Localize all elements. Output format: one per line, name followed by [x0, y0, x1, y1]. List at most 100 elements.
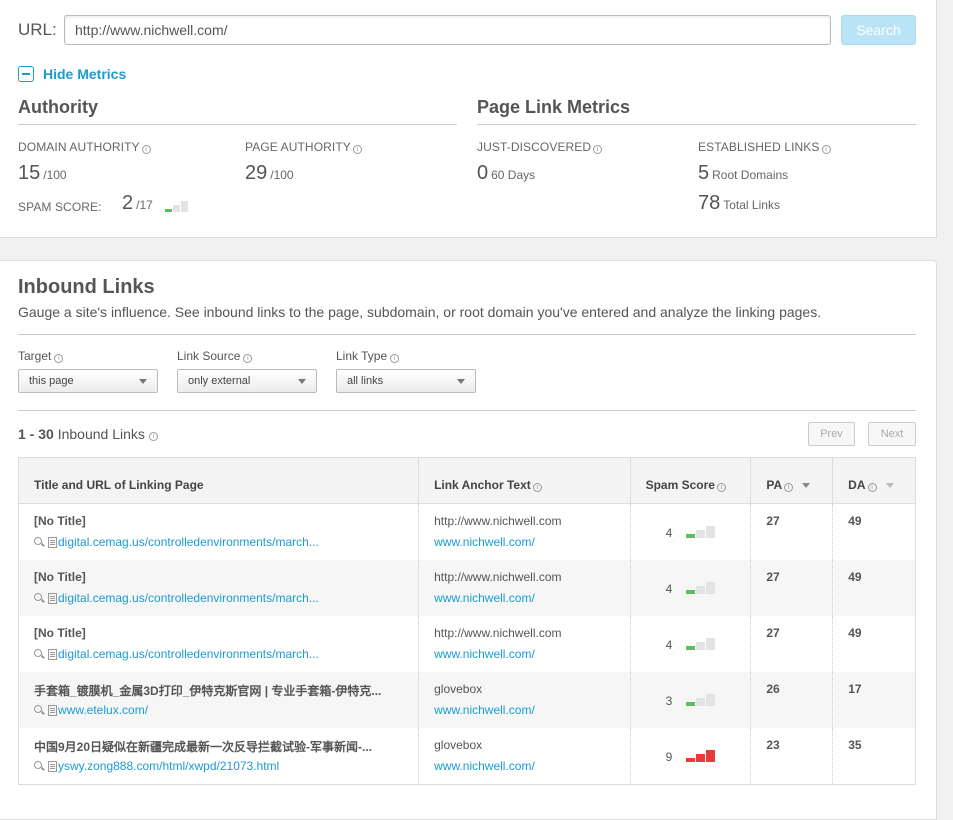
document-icon[interactable] — [48, 704, 57, 716]
page-link-metrics-title: Page Link Metrics — [477, 97, 631, 117]
authority-title: Authority — [18, 97, 98, 117]
target-filter-label: Target i — [18, 349, 64, 363]
page-link-metrics-divider — [477, 124, 916, 125]
anchor-cell: glovebox www.nichwell.com/ — [419, 672, 631, 728]
inbound-links-description: Gauge a site's influence. See inbound li… — [18, 304, 822, 320]
anchor-target-url[interactable]: www.nichwell.com/ — [434, 591, 535, 605]
pa-cell: 27 — [751, 504, 834, 560]
hide-metrics-toggle[interactable]: Hide Metrics — [18, 66, 126, 82]
linking-page-url-text[interactable]: yswy.zong888.com/html/xwpd/21073.html — [58, 759, 279, 773]
pa-value: 27 — [766, 514, 780, 528]
link-type-select[interactable]: all links — [336, 369, 476, 393]
anchor-cell: http://www.nichwell.com www.nichwell.com/ — [419, 504, 631, 560]
da-value: 35 — [848, 738, 862, 752]
info-icon[interactable]: i — [593, 145, 603, 154]
spam-score-label: SPAM SCORE: — [18, 200, 102, 214]
inbound-links-title: Inbound Links — [18, 276, 155, 298]
search-button[interactable]: Search — [841, 15, 916, 45]
anchor-text: glovebox — [434, 738, 483, 752]
hide-metrics-label: Hide Metrics — [43, 66, 127, 82]
spam-score-cell: 3 — [631, 672, 752, 728]
info-icon[interactable]: i — [141, 145, 151, 154]
document-icon[interactable] — [48, 648, 57, 660]
anchor-target-url[interactable]: www.nichwell.com/ — [434, 535, 535, 549]
anchor-target-url[interactable]: www.nichwell.com/ — [434, 759, 535, 773]
info-icon[interactable]: i — [867, 483, 877, 492]
sort-desc-icon[interactable] — [802, 483, 811, 488]
linking-page-url[interactable]: digital.cemag.us/controlledenvironments/… — [34, 591, 319, 605]
info-icon[interactable]: i — [54, 354, 64, 363]
column-header-pa[interactable]: PA i — [751, 458, 834, 503]
collapse-icon — [18, 66, 34, 82]
info-icon[interactable]: i — [390, 354, 400, 363]
da-value: 49 — [848, 626, 862, 640]
inbound-links-table: Title and URL of Linking Page Link Ancho… — [18, 457, 916, 785]
column-header-da[interactable]: DA i — [833, 458, 915, 503]
link-source-select[interactable]: only external — [177, 369, 317, 393]
search-icon[interactable] — [34, 536, 45, 548]
info-icon[interactable]: i — [784, 483, 794, 492]
linking-page-url-text[interactable]: digital.cemag.us/controlledenvironments/… — [58, 591, 319, 605]
info-icon[interactable]: i — [821, 145, 831, 154]
anchor-target-url[interactable]: www.nichwell.com/ — [434, 647, 535, 661]
authority-divider — [18, 124, 457, 125]
spam-score-bars — [165, 201, 188, 212]
pa-value: 27 — [766, 626, 780, 640]
da-cell: 35 — [833, 728, 915, 784]
linking-page-url-text[interactable]: www.etelux.com/ — [58, 703, 148, 717]
search-icon[interactable] — [34, 760, 45, 772]
anchor-target-url[interactable]: www.nichwell.com/ — [434, 703, 535, 717]
linking-page-cell: [No Title] digital.cemag.us/controlledenv… — [19, 560, 420, 616]
chevron-down-icon — [298, 379, 306, 384]
document-icon[interactable] — [48, 592, 57, 604]
link-source-filter-label: Link Source i — [177, 349, 253, 363]
info-icon[interactable]: i — [243, 354, 253, 363]
pa-value: 26 — [766, 682, 780, 696]
just-discovered-value: 0 60 Days — [477, 162, 536, 184]
column-header-spam-score[interactable]: Spam Score i — [631, 458, 752, 503]
established-links-label: ESTABLISHED LINKS i — [698, 140, 831, 154]
anchor-cell: glovebox www.nichwell.com/ — [419, 728, 631, 784]
description-divider — [18, 334, 916, 335]
linking-page-title: [No Title] — [34, 514, 86, 528]
domain-authority-value: 15/100 — [18, 162, 67, 184]
info-icon[interactable]: i — [716, 483, 726, 492]
da-value: 17 — [848, 682, 862, 696]
next-button[interactable]: Next — [868, 422, 916, 446]
target-select[interactable]: this page — [18, 369, 158, 393]
da-cell: 17 — [833, 672, 915, 728]
document-icon[interactable] — [48, 760, 57, 772]
linking-page-url-text[interactable]: digital.cemag.us/controlledenvironments/… — [58, 647, 319, 661]
table-row: 手套箱_镀膜机_金属3D打印_伊特克斯官网 | 专业手套箱-伊特克... www.… — [19, 672, 915, 728]
url-label: URL: — [18, 20, 57, 39]
linking-page-cell: [No Title] digital.cemag.us/controlledenv… — [19, 616, 420, 672]
anchor-text: http://www.nichwell.com — [434, 626, 562, 640]
linking-page-title: 手套箱_镀膜机_金属3D打印_伊特克斯官网 | 专业手套箱-伊特克... — [34, 684, 382, 698]
linking-page-url[interactable]: www.etelux.com/ — [34, 703, 148, 717]
spam-score-bars — [685, 692, 715, 706]
linking-page-url[interactable]: yswy.zong888.com/html/xwpd/21073.html — [34, 759, 279, 773]
info-icon[interactable]: i — [352, 145, 362, 154]
spam-score-cell: 4 — [631, 504, 752, 560]
root-domains-value: 5 Root Domains — [698, 162, 789, 184]
column-header-title[interactable]: Title and URL of Linking Page — [19, 458, 420, 503]
linking-page-url-text[interactable]: digital.cemag.us/controlledenvironments/… — [58, 535, 319, 549]
link-type-filter-label: Link Type i — [336, 349, 400, 363]
url-input[interactable] — [64, 15, 831, 45]
da-value: 49 — [848, 570, 862, 584]
anchor-text: http://www.nichwell.com — [434, 514, 562, 528]
pa-cell: 27 — [751, 560, 834, 616]
linking-page-url[interactable]: digital.cemag.us/controlledenvironments/… — [34, 647, 319, 661]
document-icon[interactable] — [48, 536, 57, 548]
sort-desc-icon[interactable] — [885, 483, 894, 488]
search-icon[interactable] — [34, 592, 45, 604]
column-header-anchor[interactable]: Link Anchor Text i — [419, 458, 631, 503]
search-icon[interactable] — [34, 648, 45, 660]
info-icon[interactable]: i — [532, 483, 542, 492]
info-icon[interactable]: i — [148, 432, 158, 441]
prev-button[interactable]: Prev — [808, 422, 855, 446]
page-authority-value: 29/100 — [245, 162, 294, 184]
table-row: [No Title] digital.cemag.us/controlledenv… — [19, 504, 915, 560]
linking-page-url[interactable]: digital.cemag.us/controlledenvironments/… — [34, 535, 319, 549]
search-icon[interactable] — [34, 704, 45, 716]
